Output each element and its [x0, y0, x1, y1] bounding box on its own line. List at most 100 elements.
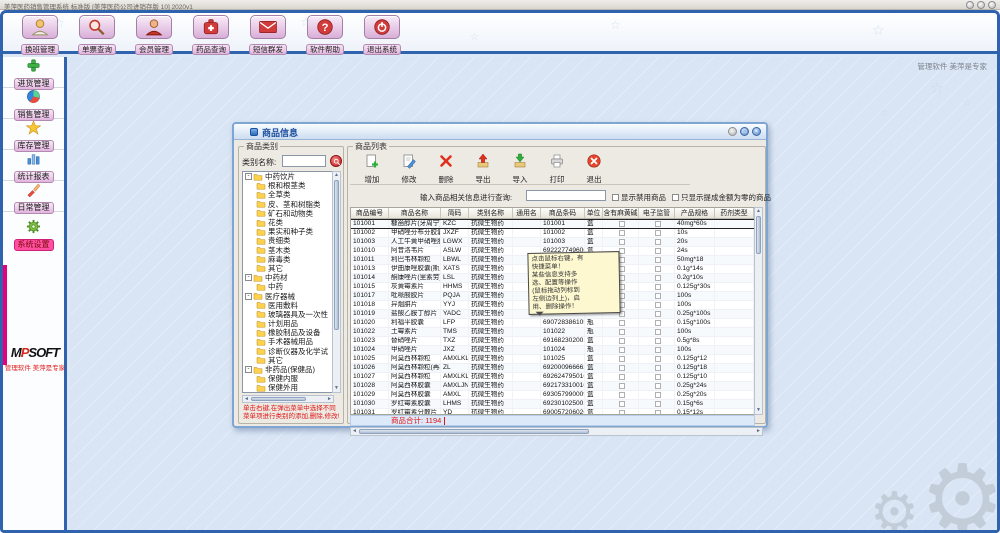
table-row[interactable]: 101001糠甾醇片(牙周宁)KZC抗微生物药101001盒40mg*60s	[351, 219, 754, 229]
table-row[interactable]: 101025阿莫西林颗粒AMXLKL抗微生物药101025盒0.125g*12	[351, 355, 754, 364]
checkbox-icon[interactable]	[655, 221, 661, 227]
category-search-button[interactable]	[330, 155, 342, 167]
column-header[interactable]: 单位	[585, 208, 603, 218]
toolbar-button-5[interactable]: 短信群发	[243, 15, 293, 57]
toolbar-button-3[interactable]: 会员管理	[129, 15, 179, 57]
column-header[interactable]: 含有麻黄碱	[603, 208, 639, 218]
checkbox-icon[interactable]	[619, 221, 625, 227]
checkbox-icon[interactable]	[655, 374, 661, 380]
zero-amount-checkbox[interactable]: 只显示提成金额为零的商品	[672, 192, 771, 203]
checkbox-icon[interactable]	[619, 239, 625, 245]
toolbar-button-1[interactable]: 换班管理	[15, 15, 65, 57]
sidebar-item-4[interactable]: 统计报表	[3, 150, 64, 181]
checkbox-icon[interactable]	[619, 347, 625, 353]
checkbox-icon[interactable]	[619, 320, 625, 326]
checkbox-icon[interactable]	[619, 365, 625, 371]
checkbox-icon[interactable]	[612, 194, 619, 201]
column-header[interactable]: 电子监管	[639, 208, 675, 218]
toolbar-button-4[interactable]: 药品查询	[186, 15, 236, 57]
tree-expand-icon[interactable]: -	[245, 274, 252, 281]
column-header[interactable]: 类别名称	[469, 208, 513, 218]
column-header[interactable]: 商品编号	[351, 208, 389, 218]
checkbox-icon[interactable]	[672, 194, 679, 201]
column-header[interactable]: 产品规格	[675, 208, 715, 218]
checkbox-icon[interactable]	[655, 284, 661, 290]
edit-button[interactable]: 修改	[397, 153, 421, 184]
column-header[interactable]: 简码	[441, 208, 469, 218]
sidebar-item-1[interactable]: 进货管理	[3, 57, 64, 88]
table-row[interactable]: 101024甲硝唑片JXZ抗微生物药101024瓶100s	[351, 346, 754, 355]
tree-horizontal-scrollbar[interactable]: ◄►	[242, 395, 334, 403]
checkbox-icon[interactable]	[655, 365, 661, 371]
sidebar-item-3[interactable]: 库存管理	[3, 119, 64, 150]
tree-expand-icon[interactable]: -	[245, 173, 252, 180]
checkbox-icon[interactable]	[619, 356, 625, 362]
checkbox-icon[interactable]	[619, 401, 625, 407]
checkbox-icon[interactable]	[655, 302, 661, 308]
maximize-icon[interactable]	[977, 1, 985, 9]
delete-button[interactable]: 删除	[434, 153, 458, 184]
column-header[interactable]: 商品条码	[541, 208, 585, 218]
checkbox-icon[interactable]	[655, 311, 661, 317]
dialog-maximize-icon[interactable]: □	[740, 127, 749, 136]
table-row[interactable]: 101028阿莫西林胶囊AMXLJN抗微生物药6921733100161盒0.2…	[351, 382, 754, 391]
category-filter-input[interactable]	[282, 155, 326, 167]
checkbox-icon[interactable]	[655, 266, 661, 272]
export-button[interactable]: 导出	[471, 153, 495, 184]
checkbox-icon[interactable]	[655, 383, 661, 389]
checkbox-icon[interactable]	[619, 383, 625, 389]
tree-node[interactable]: 保健外用	[243, 383, 333, 392]
import-button[interactable]: 导入	[508, 153, 532, 184]
checkbox-icon[interactable]	[619, 392, 625, 398]
checkbox-icon[interactable]	[655, 347, 661, 353]
exit-button[interactable]: 退出	[582, 153, 606, 184]
table-vertical-scrollbar[interactable]: ▲▼	[754, 207, 763, 415]
checkbox-icon[interactable]	[655, 356, 661, 362]
table-row[interactable]: 101002甲硝唑芬布芬胶囊JXZF抗微生物药101002盒10s	[351, 229, 754, 238]
table-row[interactable]: 101023替硝唑片TXZ抗微生物药6916823020016盒0.5g*8s	[351, 337, 754, 346]
sidebar-item-5[interactable]: 日常管理	[3, 181, 64, 212]
checkbox-icon[interactable]	[655, 239, 661, 245]
add-button[interactable]: 增加	[360, 153, 384, 184]
print-button[interactable]: 打印	[545, 153, 569, 184]
checkbox-icon[interactable]	[655, 248, 661, 254]
column-header[interactable]: 商品名称	[389, 208, 441, 218]
table-row[interactable]: 101026阿莫西林颗粒(再林ZL抗微生物药6920009666628盒0.12…	[351, 364, 754, 373]
checkbox-icon[interactable]	[655, 392, 661, 398]
table-row[interactable]: 101003人工牛黄甲硝唑胶LGWX抗微生物药101003盒20s	[351, 238, 754, 247]
checkbox-icon[interactable]	[655, 257, 661, 263]
close-icon[interactable]	[988, 1, 996, 9]
dialog-titlebar[interactable]: 商品信息 – □ ×	[234, 124, 766, 140]
table-row[interactable]: 101022土霉素片TMS抗微生物药101022瓶100s	[351, 328, 754, 337]
minimize-icon[interactable]	[966, 1, 974, 9]
checkbox-icon[interactable]	[619, 374, 625, 380]
sidebar-item-2[interactable]: 销售管理	[3, 88, 64, 119]
table-row[interactable]: 101020利福平胶囊LFP抗微生物药6907283861059瓶0.15g*1…	[351, 319, 754, 328]
product-search-input[interactable]	[526, 190, 606, 201]
checkbox-icon[interactable]	[619, 338, 625, 344]
dialog-close-icon[interactable]: ×	[752, 127, 761, 136]
checkbox-icon[interactable]	[619, 329, 625, 335]
toolbar-button-6[interactable]: ?软件帮助	[300, 15, 350, 57]
column-header[interactable]: 药剂类型	[715, 208, 754, 218]
tree-expand-icon[interactable]: -	[245, 366, 252, 373]
toolbar-button-7[interactable]: 退出系统	[357, 15, 407, 57]
checkbox-icon[interactable]	[655, 329, 661, 335]
sidebar-item-settings[interactable]: 系统设置	[3, 218, 64, 249]
table-row[interactable]: 101027阿莫西林颗粒AMXLKL抗微生物药6926247950165盒0.1…	[351, 373, 754, 382]
table-row[interactable]: 101030罗红霉素胶囊LHMS抗微生物药6923010250019盒0.15g…	[351, 400, 754, 409]
checkbox-icon[interactable]	[655, 275, 661, 281]
table-row[interactable]: 101029阿莫西林胶囊AMXL抗微生物药6930579900095盒0.25g…	[351, 391, 754, 400]
tree-expand-icon[interactable]: -	[245, 293, 252, 300]
checkbox-icon[interactable]	[655, 320, 661, 326]
checkbox-icon[interactable]	[655, 293, 661, 299]
show-disabled-checkbox[interactable]: 显示禁用商品	[612, 192, 666, 203]
checkbox-icon[interactable]	[655, 401, 661, 407]
toolbar-button-2[interactable]: 单票查询	[72, 15, 122, 57]
tree-vertical-scrollbar[interactable]: ▲▼	[332, 171, 341, 393]
dialog-minimize-icon[interactable]: –	[728, 127, 737, 136]
checkbox-icon[interactable]	[655, 230, 661, 236]
checkbox-icon[interactable]	[655, 338, 661, 344]
checkbox-icon[interactable]	[619, 230, 625, 236]
table-horizontal-scrollbar[interactable]: ◄►	[350, 427, 763, 436]
